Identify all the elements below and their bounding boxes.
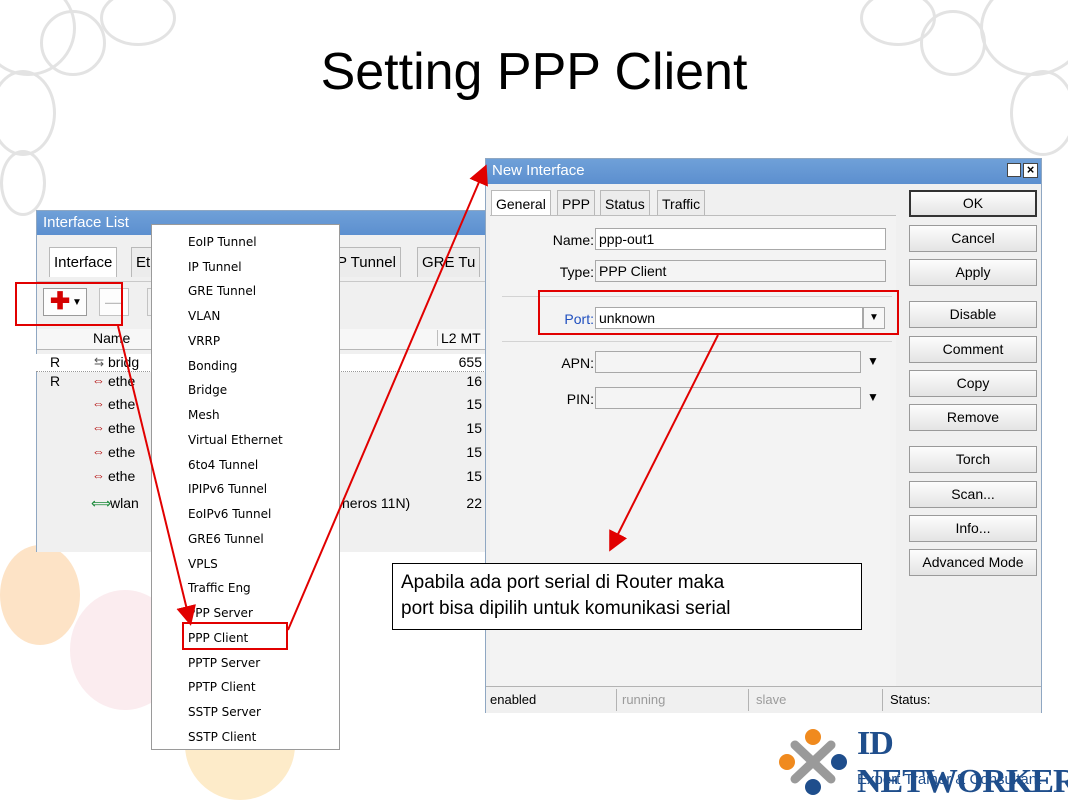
brand-logo-mark (779, 729, 847, 795)
brand-tagline: Expert Trainer & Consultant (857, 771, 1042, 788)
brand-name: ID NETWORKERS (857, 725, 1068, 800)
brand-logo: ID NETWORKERS Expert Trainer & Consultan… (775, 725, 1068, 800)
annotation-arrows (117, 164, 719, 631)
